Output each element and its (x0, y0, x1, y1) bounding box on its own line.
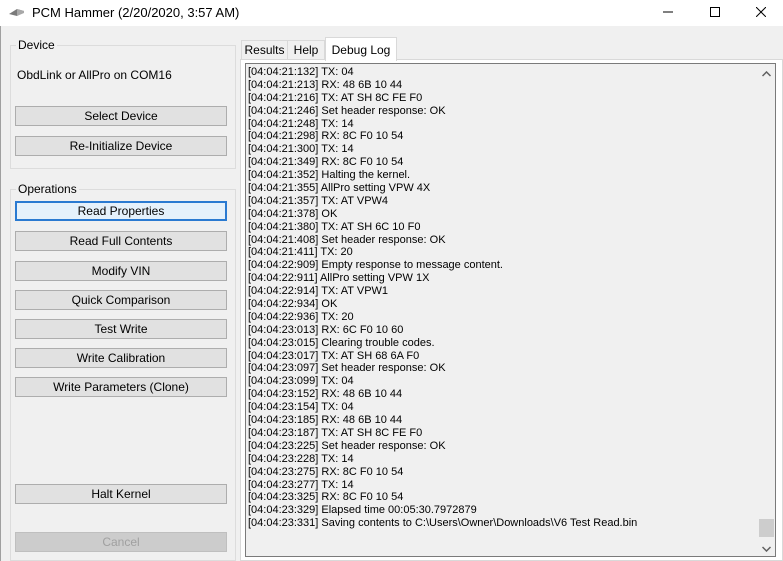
chevron-down-icon (761, 541, 772, 555)
select-device-button[interactable]: Select Device (15, 106, 227, 126)
log-line: [04:04:23:015] Clearing trouble codes. (248, 336, 435, 349)
device-group-label: Device (16, 38, 57, 52)
log-line: [04:04:23:329] Elapsed time 00:05:30.797… (248, 504, 477, 517)
quick-comparison-button[interactable]: Quick Comparison (15, 290, 227, 310)
log-line: [04:04:23:013] RX: 6C F0 10 60 (248, 323, 404, 336)
log-line: [04:04:23:225] Set header response: OK (248, 439, 446, 452)
window-title: PCM Hammer (2/20/2020, 3:57 AM) (32, 5, 240, 20)
log-line: [04:04:21:411] TX: 20 (248, 246, 353, 259)
read-full-contents-button[interactable]: Read Full Contents (15, 231, 227, 251)
tab-results[interactable]: Results (241, 40, 288, 59)
log-line: [04:04:23:097] Set header response: OK (248, 362, 446, 375)
write-parameters-clone-button[interactable]: Write Parameters (Clone) (15, 377, 227, 397)
log-line: [04:04:21:349] RX: 8C F0 10 54 (248, 156, 404, 169)
log-line: [04:04:23:185] RX: 48 6B 10 44 (248, 414, 403, 427)
log-line: [04:04:22:909] Empty response to message… (248, 259, 503, 272)
log-line: [04:04:23:275] RX: 8C F0 10 54 (248, 465, 404, 478)
log-line: [04:04:23:325] RX: 8C F0 10 54 (248, 491, 404, 504)
reinitialize-device-button[interactable]: Re-Initialize Device (15, 136, 227, 156)
write-calibration-button[interactable]: Write Calibration (15, 348, 227, 368)
log-line: [04:04:23:017] TX: AT SH 68 6A F0 (248, 349, 420, 362)
log-line: [04:04:21:298] RX: 8C F0 10 54 (248, 130, 404, 143)
log-line: [04:04:21:378] OK (248, 207, 338, 220)
hammer-icon (8, 6, 26, 18)
log-line: [04:04:23:099] TX: 04 (248, 375, 354, 388)
log-line: [04:04:22:914] TX: AT VPW1 (248, 285, 389, 298)
window-border (0, 26, 1, 561)
log-line: [04:04:23:154] TX: 04 (248, 401, 354, 414)
halt-kernel-button[interactable]: Halt Kernel (15, 484, 227, 504)
operations-group-label: Operations (16, 182, 79, 196)
log-line: [04:04:21:408] Set header response: OK (248, 233, 446, 246)
maximize-button[interactable] (692, 0, 737, 26)
log-line: [04:04:21:352] Halting the kernel. (248, 169, 411, 182)
title-bar[interactable]: PCM Hammer (2/20/2020, 3:57 AM) (0, 0, 783, 26)
log-line: [04:04:22:911] AllPro setting VPW 1X (248, 272, 430, 285)
vertical-scrollbar[interactable] (758, 64, 775, 556)
device-name-label: ObdLink or AllPro on COM16 (17, 68, 172, 82)
log-line: [04:04:23:228] TX: 14 (248, 452, 354, 465)
close-button[interactable] (738, 0, 783, 26)
log-line: [04:04:21:132] TX: 04 (248, 66, 354, 78)
tab-debug-log[interactable]: Debug Log (325, 37, 397, 61)
log-line: [04:04:23:152] RX: 48 6B 10 44 (248, 388, 403, 401)
log-line: [04:04:21:213] RX: 48 6B 10 44 (248, 78, 403, 91)
log-line: [04:04:21:300] TX: 14 (248, 143, 354, 156)
log-line: [04:04:23:331] Saving contents to C:\Use… (248, 517, 638, 530)
log-line: [04:04:21:355] AllPro setting VPW 4X (248, 182, 431, 195)
chevron-up-icon (761, 66, 772, 80)
minimize-button[interactable] (645, 0, 690, 26)
cancel-button[interactable]: Cancel (15, 532, 227, 552)
log-line: [04:04:23:277] TX: 14 (248, 478, 354, 491)
scrollbar-thumb[interactable] (759, 519, 774, 537)
scroll-down-button[interactable] (758, 539, 775, 556)
minimize-icon (662, 6, 673, 20)
maximize-icon (709, 6, 720, 20)
test-write-button[interactable]: Test Write (15, 319, 227, 339)
log-line: [04:04:21:246] Set header response: OK (248, 104, 446, 117)
debug-log-lines: [04:04:21:132] TX: 04 [04:04:21:213] RX: … (248, 66, 752, 530)
log-line: [04:04:23:187] TX: AT SH 8C FE F0 (248, 426, 423, 439)
log-line: [04:04:21:357] TX: AT VPW4 (248, 194, 389, 207)
log-line: [04:04:21:216] TX: AT SH 8C FE F0 (248, 91, 423, 104)
log-line: [04:04:22:936] TX: 20 (248, 310, 354, 323)
modify-vin-button[interactable]: Modify VIN (15, 261, 227, 281)
debug-log-textbox[interactable]: [04:04:21:132] TX: 04 [04:04:21:213] RX: … (245, 63, 776, 557)
log-line: [04:04:21:248] TX: 14 (248, 117, 354, 130)
scroll-up-button[interactable] (758, 64, 775, 81)
tab-help[interactable]: Help (287, 40, 325, 59)
log-line: [04:04:21:380] TX: AT SH 6C 10 F0 (248, 220, 421, 233)
read-properties-button[interactable]: Read Properties (15, 201, 227, 221)
close-icon (755, 6, 766, 20)
log-line: [04:04:22:934] OK (248, 298, 338, 311)
